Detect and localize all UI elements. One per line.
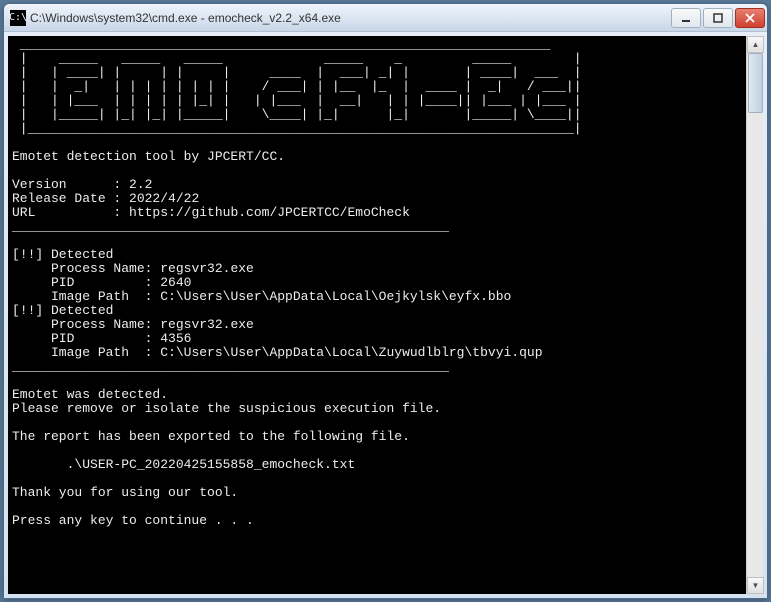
result-line-1: Emotet was detected. <box>12 387 168 402</box>
url-value: https://github.com/JPCERTCC/EmoCheck <box>129 205 410 220</box>
close-icon <box>745 13 755 23</box>
cmd-window: C:\ C:\Windows\system32\cmd.exe - emoche… <box>3 3 768 599</box>
window-title: C:\Windows\system32\cmd.exe - emocheck_v… <box>30 11 669 25</box>
divider: ________________________________________… <box>12 219 449 234</box>
cmd-icon: C:\ <box>10 10 26 26</box>
process-value: regsvr32.exe <box>160 261 254 276</box>
terminal-output[interactable]: ________________________________________… <box>8 36 746 594</box>
pid-label: PID : <box>12 331 160 346</box>
export-file: .\USER-PC_20220425155858_emocheck.txt <box>12 457 355 472</box>
window-controls <box>669 8 765 28</box>
export-message: The report has been exported to the foll… <box>12 429 410 444</box>
minimize-icon <box>681 13 691 23</box>
version-value: 2.2 <box>129 177 152 192</box>
detected-header: [!!] Detected <box>12 247 113 262</box>
divider: ________________________________________… <box>12 359 449 374</box>
pid-value: 2640 <box>160 275 191 290</box>
scroll-thumb[interactable] <box>748 53 763 113</box>
thank-you: Thank you for using our tool. <box>12 485 238 500</box>
pid-value: 4356 <box>160 331 191 346</box>
maximize-button[interactable] <box>703 8 733 28</box>
result-line-2: Please remove or isolate the suspicious … <box>12 401 441 416</box>
image-path-label: Image Path : <box>12 345 160 360</box>
maximize-icon <box>713 13 723 23</box>
pid-label: PID : <box>12 275 160 290</box>
process-label: Process Name: <box>12 261 160 276</box>
scroll-up-button[interactable]: ▲ <box>747 36 764 53</box>
detected-header: [!!] Detected <box>12 303 113 318</box>
terminal-area: ________________________________________… <box>8 36 763 594</box>
process-label: Process Name: <box>12 317 160 332</box>
url-label: URL : <box>12 205 129 220</box>
release-value: 2022/4/22 <box>129 191 199 206</box>
image-path-value: C:\Users\User\AppData\Local\Oejkylsk\eyf… <box>160 289 511 304</box>
vertical-scrollbar[interactable]: ▲ ▼ <box>746 36 763 594</box>
scroll-down-button[interactable]: ▼ <box>747 577 764 594</box>
close-button[interactable] <box>735 8 765 28</box>
scroll-track[interactable] <box>747 53 763 577</box>
version-label: Version : <box>12 177 129 192</box>
titlebar[interactable]: C:\ C:\Windows\system32\cmd.exe - emoche… <box>4 4 767 32</box>
image-path-value: C:\Users\User\AppData\Local\Zuywudlblrg\… <box>160 345 542 360</box>
minimize-button[interactable] <box>671 8 701 28</box>
process-value: regsvr32.exe <box>160 317 254 332</box>
release-label: Release Date : <box>12 191 129 206</box>
image-path-label: Image Path : <box>12 289 160 304</box>
continue-prompt: Press any key to continue . . . <box>12 513 254 528</box>
ascii-logo: ________________________________________… <box>12 37 582 136</box>
tool-description: Emotet detection tool by JPCERT/CC. <box>12 149 285 164</box>
